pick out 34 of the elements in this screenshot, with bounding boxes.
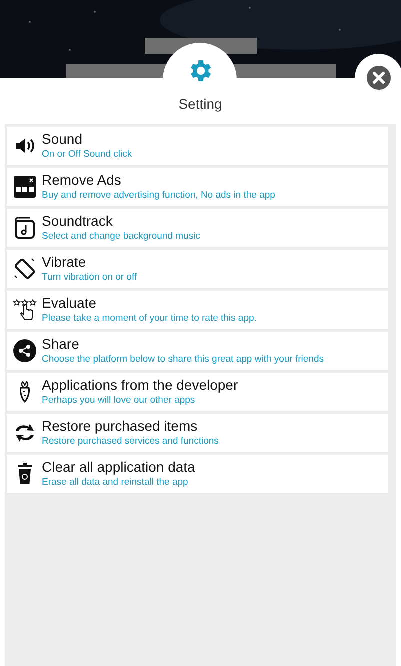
item-description: Restore purchased services and functions [42, 435, 219, 448]
settings-item[interactable]: Applications from the developer Perhaps you will love our other apps [7, 373, 388, 411]
item-title: Soundtrack [42, 213, 113, 230]
settings-item[interactable]: Share Choose the platform below to share this great app with your friends [7, 332, 388, 370]
item-description: Perhaps you will love our other apps [42, 394, 196, 407]
item-description: Turn vibration on or off [42, 271, 138, 284]
settings-item[interactable]: Vibrate Turn vibration on or off [7, 250, 388, 288]
settings-item[interactable]: Restore purchased items Restore purchased services and functions [7, 414, 388, 452]
item-description: Erase all data and reinstall the app [42, 476, 188, 489]
item-title: Clear all application data [42, 459, 196, 476]
ads-icon [13, 175, 37, 199]
settings-item[interactable]: Sound On or Off Sound click [7, 127, 388, 165]
close-icon [367, 66, 391, 90]
item-title: Restore purchased items [42, 418, 198, 435]
item-description: Select and change background music [42, 230, 200, 243]
settings-item[interactable]: Soundtrack Select and change background music [7, 209, 388, 247]
item-title: Evaluate [42, 295, 96, 312]
item-title: Sound [42, 131, 82, 148]
item-title: Vibrate [42, 254, 86, 271]
settings-item[interactable]: Remove Ads Buy and remove advertising function, No ads in the app [7, 168, 388, 206]
phone-vibrate-icon [13, 257, 37, 281]
item-description: On or Off Sound click [42, 148, 132, 161]
settings-item[interactable]: Evaluate Please take a moment of your time to rate this app. [7, 291, 388, 329]
stars-hand-icon [13, 298, 37, 322]
share-icon [13, 339, 37, 363]
item-title: Remove Ads [42, 172, 122, 189]
item-description: Choose the platform below to share this great app with your friends [42, 353, 324, 366]
item-title: Applications from the developer [42, 377, 238, 394]
item-description: Please take a moment of your time to rate this app. [42, 312, 257, 325]
item-description: Buy and remove advertising function, No ads in the app [42, 189, 276, 202]
settings-item[interactable]: Clear all application data Erase all data and reinstall the app [7, 455, 388, 493]
music-note-icon [13, 216, 37, 240]
item-title: Share [42, 336, 80, 353]
dialog-title: Setting [178, 96, 222, 114]
